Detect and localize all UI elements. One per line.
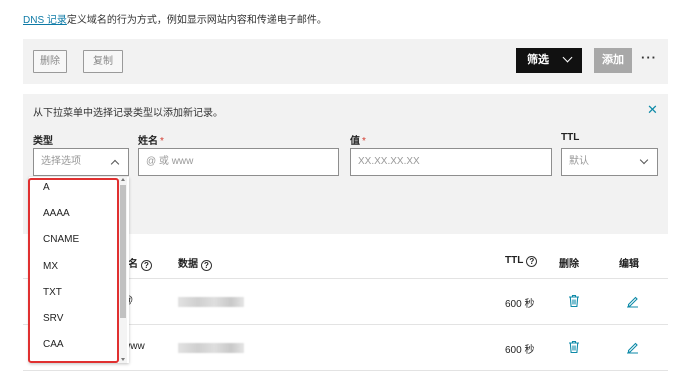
type-select-placeholder: 选择选项 [41,156,81,167]
scrollbar-thumb[interactable] [120,185,126,318]
intro-description: 定义域名的行为方式，例如显示网站内容和传递电子邮件。 [66,15,327,26]
pencil-icon[interactable] [626,340,639,354]
pencil-icon[interactable] [626,294,639,308]
name-input[interactable]: @ 或 www [138,148,339,176]
dropdown-option[interactable]: SRV [43,313,63,324]
record-data-redacted [178,297,244,307]
type-label: 类型 [33,136,53,147]
more-options-button[interactable]: ··· [639,48,659,73]
trash-icon[interactable] [568,340,580,354]
dropdown-scrollbar[interactable] [119,177,127,363]
value-input-placeholder: XX.XX.XX.XX [358,156,420,167]
record-type-dropdown: A AAAA CNAME MX TXT SRV CAA [29,177,129,363]
column-edit: 编辑 [619,259,639,270]
help-icon[interactable]: ? [526,256,538,267]
panel-hint: 从下拉菜单中选择记录类型以添加新记录。 [33,108,223,119]
scroll-down-icon[interactable] [121,358,125,361]
copy-button[interactable]: 复制 [83,50,123,73]
chevron-down-icon [562,52,573,63]
record-ttl: 600 秒 [505,299,535,310]
dns-records-link[interactable]: DNS 记录 [23,15,67,26]
dropdown-option[interactable]: MX [43,261,58,272]
column-name[interactable]: 名? [128,255,152,271]
value-input[interactable]: XX.XX.XX.XX [350,148,552,176]
intro-text: DNS 记录定义域名的行为方式，例如显示网站内容和传递电子邮件。 [23,11,327,26]
name-input-placeholder: @ 或 www [146,156,194,167]
record-ttl: 600 秒 [505,345,535,356]
value-label: 值 * [350,136,366,147]
help-icon[interactable]: ? [201,260,212,271]
delete-button[interactable]: 删除 [33,50,67,73]
ttl-label: TTL [561,132,580,143]
filter-label: 筛选 [527,54,549,66]
chevron-down-icon [639,155,649,165]
column-ttl[interactable]: TTL? [505,255,538,267]
ttl-select[interactable]: 默认 [561,148,658,176]
chevron-up-icon [110,159,120,169]
records-toolbar: 删除 复制 筛选 添加 ··· [23,39,668,84]
trash-icon[interactable] [568,294,580,308]
dropdown-option[interactable]: AAAA [43,208,70,219]
column-data[interactable]: 数据? [178,255,212,271]
name-label: 姓名 * [138,136,164,147]
record-data-redacted [178,343,244,353]
close-icon[interactable]: ✕ [647,103,658,116]
type-select[interactable]: 选择选项 [33,148,129,176]
dropdown-option[interactable]: CAA [43,339,64,350]
dropdown-option[interactable]: A [43,182,50,193]
column-delete: 删除 [559,259,579,270]
filter-button[interactable]: 筛选 [516,48,582,73]
ttl-select-placeholder: 默认 [569,156,589,167]
add-button[interactable]: 添加 [594,48,632,73]
scroll-up-icon[interactable] [121,178,125,181]
help-icon[interactable]: ? [141,260,152,271]
dropdown-option[interactable]: TXT [43,287,62,298]
dropdown-option[interactable]: CNAME [43,234,79,245]
